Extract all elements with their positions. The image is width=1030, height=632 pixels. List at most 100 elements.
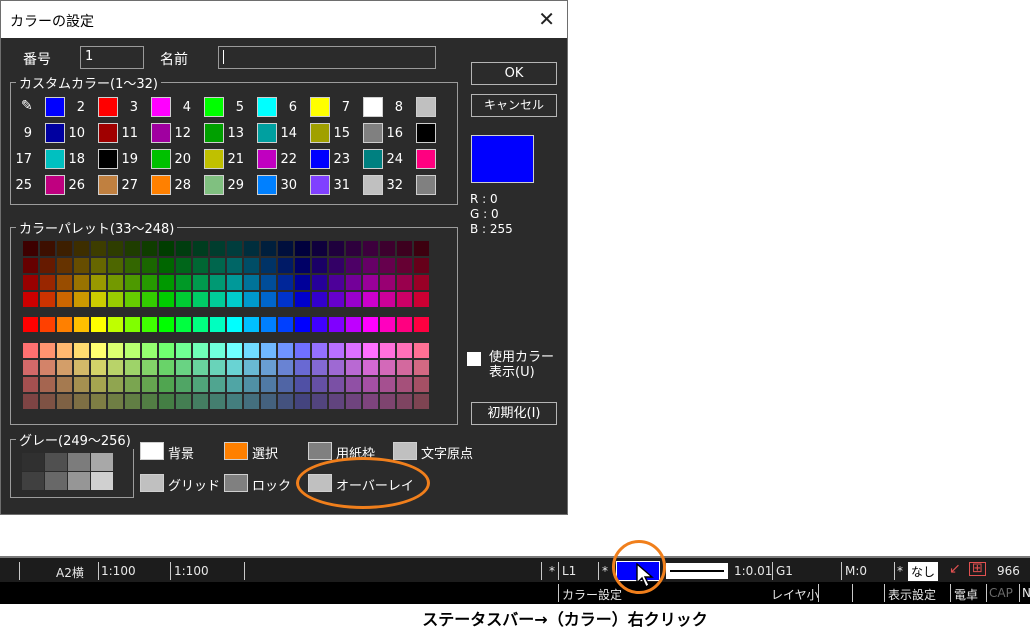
palette-color-swatch[interactable] (175, 342, 192, 359)
special-color-swatch[interactable] (224, 474, 248, 492)
palette-color-swatch[interactable] (243, 393, 260, 410)
custom-color-swatch[interactable] (363, 149, 383, 169)
palette-color-swatch[interactable] (362, 342, 379, 359)
palette-color-swatch[interactable] (413, 342, 430, 359)
palette-color-swatch[interactable] (90, 257, 107, 274)
palette-color-swatch[interactable] (277, 342, 294, 359)
palette-color-swatch[interactable] (260, 376, 277, 393)
palette-color-swatch[interactable] (277, 291, 294, 308)
palette-color-swatch[interactable] (90, 359, 107, 376)
palette-color-swatch[interactable] (396, 316, 413, 333)
palette-color-swatch[interactable] (124, 257, 141, 274)
gray-color-swatch[interactable] (68, 472, 90, 490)
palette-color-swatch[interactable] (260, 240, 277, 257)
palette-color-swatch[interactable] (73, 393, 90, 410)
palette-color-swatch[interactable] (158, 342, 175, 359)
palette-color-swatch[interactable] (243, 342, 260, 359)
custom-color-swatch[interactable] (363, 175, 383, 195)
palette-color-swatch[interactable] (73, 257, 90, 274)
palette-color-swatch[interactable] (141, 274, 158, 291)
custom-color-swatch[interactable] (257, 97, 277, 117)
palette-color-swatch[interactable] (226, 274, 243, 291)
palette-color-swatch[interactable] (141, 376, 158, 393)
palette-color-swatch[interactable] (209, 393, 226, 410)
palette-color-swatch[interactable] (294, 240, 311, 257)
custom-color-swatch[interactable] (416, 123, 436, 143)
custom-color-swatch[interactable] (98, 97, 118, 117)
palette-color-swatch[interactable] (362, 376, 379, 393)
custom-color-swatch[interactable] (363, 123, 383, 143)
palette-color-swatch[interactable] (124, 291, 141, 308)
palette-color-swatch[interactable] (413, 240, 430, 257)
palette-color-swatch[interactable] (209, 342, 226, 359)
palette-color-swatch[interactable] (175, 359, 192, 376)
palette-color-swatch[interactable] (294, 291, 311, 308)
palette-color-swatch[interactable] (311, 274, 328, 291)
palette-color-swatch[interactable] (141, 316, 158, 333)
gray-color-swatch[interactable] (68, 453, 90, 471)
palette-color-swatch[interactable] (107, 342, 124, 359)
scale-1[interactable]: 1:100 (101, 564, 136, 578)
palette-color-swatch[interactable] (56, 257, 73, 274)
custom-color-swatch[interactable] (310, 123, 330, 143)
palette-color-swatch[interactable] (39, 274, 56, 291)
palette-color-swatch[interactable] (277, 316, 294, 333)
mode-indicator[interactable]: M:0 (845, 564, 867, 578)
palette-color-swatch[interactable] (175, 376, 192, 393)
palette-color-swatch[interactable] (22, 257, 39, 274)
palette-color-swatch[interactable] (192, 376, 209, 393)
palette-color-swatch[interactable] (379, 274, 396, 291)
palette-color-swatch[interactable] (294, 342, 311, 359)
palette-color-swatch[interactable] (124, 274, 141, 291)
custom-color-swatch[interactable] (204, 175, 224, 195)
palette-color-swatch[interactable] (124, 359, 141, 376)
palette-color-swatch[interactable] (311, 376, 328, 393)
palette-color-swatch[interactable] (39, 240, 56, 257)
palette-color-swatch[interactable] (73, 376, 90, 393)
palette-color-swatch[interactable] (379, 342, 396, 359)
palette-color-swatch[interactable] (328, 274, 345, 291)
palette-color-swatch[interactable] (39, 376, 56, 393)
palette-color-swatch[interactable] (56, 240, 73, 257)
palette-color-swatch[interactable] (175, 291, 192, 308)
special-color-swatch[interactable] (140, 474, 164, 492)
palette-color-swatch[interactable] (73, 342, 90, 359)
palette-color-swatch[interactable] (22, 291, 39, 308)
palette-color-swatch[interactable] (345, 240, 362, 257)
group-indicator[interactable]: G1 (776, 564, 793, 578)
custom-color-swatch[interactable] (204, 123, 224, 143)
special-color-swatch[interactable] (224, 442, 248, 460)
palette-color-swatch[interactable] (226, 240, 243, 257)
palette-color-swatch[interactable] (226, 291, 243, 308)
special-color-swatch[interactable] (308, 442, 332, 460)
palette-color-swatch[interactable] (158, 257, 175, 274)
custom-color-swatch[interactable] (151, 97, 171, 117)
palette-color-swatch[interactable] (362, 274, 379, 291)
palette-color-swatch[interactable] (396, 257, 413, 274)
gray-color-swatch[interactable] (45, 472, 67, 490)
palette-color-swatch[interactable] (192, 291, 209, 308)
palette-color-swatch[interactable] (294, 316, 311, 333)
custom-color-swatch[interactable] (416, 97, 436, 117)
palette-color-swatch[interactable] (226, 359, 243, 376)
palette-color-swatch[interactable] (362, 393, 379, 410)
palette-color-swatch[interactable] (90, 240, 107, 257)
name-field[interactable] (218, 46, 436, 69)
palette-color-swatch[interactable] (124, 316, 141, 333)
palette-color-swatch[interactable] (379, 316, 396, 333)
palette-color-swatch[interactable] (413, 376, 430, 393)
palette-color-swatch[interactable] (22, 240, 39, 257)
palette-color-swatch[interactable] (328, 376, 345, 393)
palette-color-swatch[interactable] (328, 257, 345, 274)
line-scale[interactable]: 1:0.01 (734, 564, 772, 578)
palette-color-swatch[interactable] (158, 316, 175, 333)
palette-color-swatch[interactable] (56, 359, 73, 376)
custom-color-swatch[interactable] (416, 149, 436, 169)
palette-color-swatch[interactable] (260, 359, 277, 376)
palette-color-swatch[interactable] (39, 291, 56, 308)
palette-color-swatch[interactable] (243, 291, 260, 308)
palette-color-swatch[interactable] (413, 393, 430, 410)
palette-color-swatch[interactable] (328, 359, 345, 376)
palette-color-swatch[interactable] (277, 274, 294, 291)
palette-color-swatch[interactable] (175, 316, 192, 333)
